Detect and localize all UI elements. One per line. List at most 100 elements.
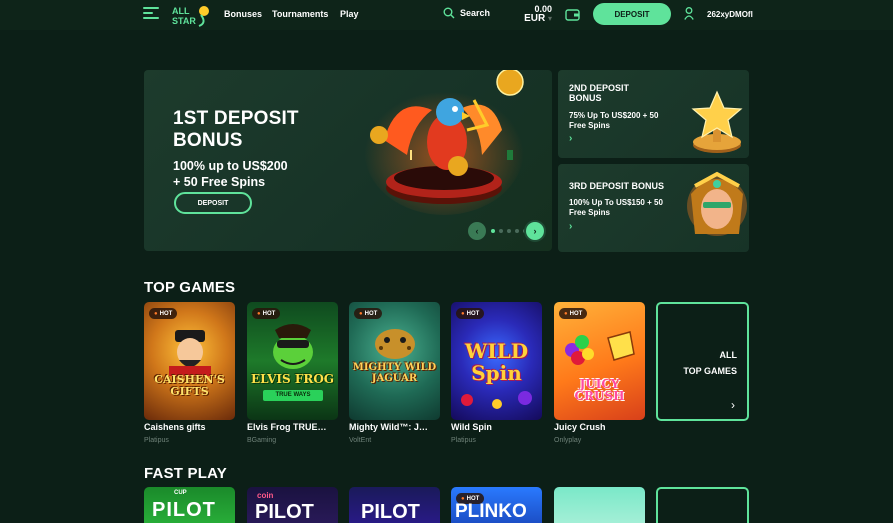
- hot-label: HOT: [159, 310, 173, 317]
- promo-desc-line1: 100% Up To US$150 + 50: [569, 198, 663, 207]
- svg-text:STAR: STAR: [172, 16, 196, 26]
- chevron-right-icon: ›: [731, 398, 735, 412]
- promo-title-line1: 3RD DEPOSIT BONUS: [569, 181, 665, 191]
- carousel-prev-button[interactable]: ‹: [468, 222, 486, 240]
- promo-title: 2ND DEPOSIT BONUS: [569, 83, 629, 103]
- promo-title-line2: BONUS: [569, 93, 602, 103]
- balance-currency: EUR: [524, 13, 546, 24]
- fast-play-card[interactable]: ● HOT PLINKO: [451, 487, 542, 523]
- game-thumbnail: [349, 302, 440, 420]
- hot-badge: ● HOT: [559, 308, 588, 319]
- parrot-illustration: [364, 70, 524, 215]
- carousel-dot[interactable]: [507, 229, 511, 233]
- game-title[interactable]: Juicy Crush: [554, 422, 646, 432]
- carousel-dot[interactable]: [491, 229, 495, 233]
- hot-label: HOT: [466, 310, 480, 317]
- game-provider: Platipus: [451, 437, 476, 444]
- game-art-title: JUICY CRUSH: [574, 377, 625, 403]
- nav-play[interactable]: Play: [340, 9, 359, 19]
- game-card-elvis-frog[interactable]: ELVIS FROG TRUE WAYS ● HOT: [247, 302, 338, 420]
- search-label: Search: [460, 8, 491, 18]
- header-deposit-button[interactable]: DEPOSIT: [593, 3, 671, 25]
- balance-display: 0.00 EUR ▾: [514, 4, 552, 24]
- hero-subtitle-line1: 100% up to US$200: [173, 159, 288, 173]
- flame-icon: ●: [461, 310, 465, 317]
- hero-deposit-button[interactable]: DEPOSIT: [174, 192, 252, 214]
- fast-play-art-title: PILOT: [361, 501, 420, 523]
- caishen-figure-icon: [169, 330, 211, 376]
- chevron-right-icon[interactable]: ›: [569, 133, 572, 144]
- hot-label: HOT: [262, 310, 276, 317]
- nav-bonuses[interactable]: Bonuses: [224, 9, 262, 19]
- star-trophy-icon: [691, 90, 743, 153]
- promo-card-3rd-deposit[interactable]: 3RD DEPOSIT BONUS 100% Up To US$150 + 50…: [558, 164, 749, 252]
- jaguar-head-icon: [375, 329, 415, 359]
- fast-play-card[interactable]: [554, 487, 645, 523]
- search-icon: [443, 7, 455, 19]
- promo-description: 75% Up To US$200 + 50 Free Spins: [569, 111, 658, 131]
- game-art-title: MIGHTY WILD JAGUAR: [352, 362, 437, 384]
- game-provider: Platipus: [144, 437, 169, 444]
- fast-play-art-title: PILOT: [152, 499, 216, 521]
- hot-label: HOT: [364, 310, 378, 317]
- fast-play-card[interactable]: CUP PILOT: [144, 487, 235, 523]
- wallet-icon[interactable]: [565, 8, 580, 21]
- menu-icon[interactable]: [143, 7, 159, 23]
- game-card-wild-spin[interactable]: WILD Spin ● HOT: [451, 302, 542, 420]
- game-card-caishens-gifts[interactable]: CAISHEN'S GIFTS ● HOT: [144, 302, 235, 420]
- chevron-down-icon[interactable]: ▾: [548, 14, 552, 23]
- promo-desc-line2: Free Spins: [569, 121, 610, 130]
- game-art-title: WILD Spin: [464, 339, 529, 385]
- game-art-title: ELVIS FROG: [250, 372, 335, 386]
- user-icon[interactable]: [684, 7, 694, 20]
- hero-title: 1ST DEPOSIT BONUS: [173, 108, 299, 152]
- promo-description: 100% Up To US$150 + 50 Free Spins: [569, 198, 663, 218]
- hot-badge: ● HOT: [456, 308, 485, 319]
- carousel-dot[interactable]: [499, 229, 503, 233]
- promo-card-2nd-deposit[interactable]: 2ND DEPOSIT BONUS 75% Up To US$200 + 50 …: [558, 70, 749, 158]
- fast-play-art-subtitle: CUP: [174, 490, 187, 496]
- fast-play-card[interactable]: PILOT: [349, 487, 440, 523]
- nav-tournaments[interactable]: Tournaments: [272, 9, 328, 19]
- carousel-dots: [491, 229, 527, 233]
- fast-play-card[interactable]: coin PILOT: [247, 487, 338, 523]
- all-top-games-button[interactable]: ALL TOP GAMES ›: [656, 302, 749, 421]
- fruit-icons: [565, 331, 635, 365]
- carousel-next-button[interactable]: ›: [526, 222, 544, 240]
- carousel-dot[interactable]: [515, 229, 519, 233]
- frog-character-icon: [273, 324, 313, 369]
- cherry-icons: [461, 391, 532, 409]
- search-button[interactable]: Search: [443, 7, 490, 19]
- all-fast-play-button[interactable]: [656, 487, 749, 523]
- hot-badge: ● HOT: [149, 308, 178, 319]
- flame-icon: ●: [564, 310, 568, 317]
- promo-desc-line1: 75% Up To US$200 + 50: [569, 111, 659, 120]
- fast-play-title: FAST PLAY: [144, 465, 227, 482]
- game-art-title: CAISHEN'S GIFTS: [154, 373, 225, 398]
- game-title[interactable]: Mighty Wild™: J…: [349, 422, 441, 432]
- true-ways-badge: TRUE WAYS: [263, 390, 323, 401]
- brand-logo[interactable]: ALL STAR: [171, 3, 211, 27]
- hero-banner[interactable]: 1ST DEPOSIT BONUS 100% up to US$200 + 50…: [144, 70, 552, 251]
- game-title[interactable]: Wild Spin: [451, 422, 543, 432]
- game-card-mighty-wild[interactable]: MIGHTY WILD JAGUAR ● HOT: [349, 302, 440, 420]
- game-provider: VoltEnt: [349, 437, 372, 444]
- promo-title-line1: 2ND DEPOSIT: [569, 83, 630, 93]
- promo-title: 3RD DEPOSIT BONUS: [569, 181, 664, 191]
- hero-title-line1: 1ST DEPOSIT: [173, 108, 299, 129]
- flame-icon: ●: [154, 310, 158, 317]
- top-header: ALL STAR Bonuses Tournaments Play Search…: [0, 0, 893, 30]
- fast-play-art-title: PLINKO: [455, 501, 527, 522]
- game-card-juicy-crush[interactable]: JUICY CRUSH ● HOT: [554, 302, 645, 420]
- svg-text:ALL: ALL: [172, 6, 190, 16]
- username[interactable]: 262xyDMOfl: [707, 10, 753, 19]
- hot-badge: ● HOT: [354, 308, 383, 319]
- game-title[interactable]: Elvis Frog TRUE…: [247, 422, 339, 432]
- game-title[interactable]: Caishens gifts: [144, 422, 236, 432]
- chevron-right-icon[interactable]: ›: [569, 221, 572, 232]
- hot-badge: ● HOT: [252, 308, 281, 319]
- hero-subtitle-line2: + 50 Free Spins: [173, 175, 266, 189]
- all-games-label-line2: TOP GAMES: [683, 366, 737, 376]
- flame-icon: ●: [257, 310, 261, 317]
- game-provider: Onlyplay: [554, 437, 582, 444]
